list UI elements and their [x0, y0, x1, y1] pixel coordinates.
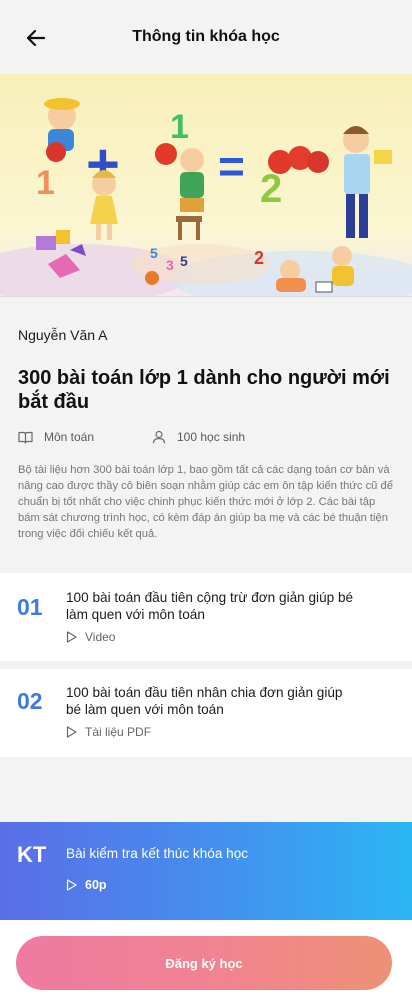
lesson-title: 100 bài toán đầu tiên nhân chia đơn giản… — [66, 685, 343, 717]
banner-number-one: 1 — [36, 164, 55, 202]
lesson-type-label: Video — [85, 630, 116, 644]
play-icon — [66, 726, 77, 738]
lesson-item[interactable]: 02 100 bài toán đầu tiên nhân chia đơn g… — [0, 669, 412, 757]
lesson-type: Video — [66, 630, 115, 644]
banner-equals: = — [218, 140, 245, 192]
page-title: Thông tin khóa học — [132, 28, 280, 45]
lesson-item[interactable]: 01 100 bài toán đầu tiên cộng trừ đơn gi… — [0, 573, 412, 661]
book-icon — [18, 431, 33, 444]
exam-code: KT — [17, 842, 47, 867]
course-author: Nguyễn Văn A — [18, 327, 108, 343]
svg-text:3: 3 — [166, 257, 174, 273]
lesson-type: Tài liệu PDF — [66, 725, 151, 739]
bottom-action-bar: Đăng ký học — [0, 920, 412, 1007]
lesson-number: 01 — [17, 594, 43, 620]
lesson-type-label: Tài liệu PDF — [85, 725, 152, 739]
svg-text:5: 5 — [150, 245, 158, 261]
exam-duration: 60p — [66, 878, 107, 892]
svg-text:2: 2 — [254, 248, 264, 268]
play-icon — [66, 631, 77, 643]
app-header: Thông tin khóa học — [0, 0, 412, 74]
subject-label: Môn toán — [44, 430, 95, 444]
lesson-number: 02 — [17, 688, 43, 714]
banner-divider — [0, 296, 412, 297]
svg-text:5: 5 — [180, 253, 188, 269]
banner-number-one-b: 1 — [170, 108, 189, 146]
course-title: 300 bài toán lớp 1 dành cho người mới bắ… — [18, 367, 390, 413]
lesson-title: 100 bài toán đầu tiên cộng trừ đơn giản … — [66, 590, 354, 622]
register-button[interactable]: Đăng ký học — [16, 936, 392, 990]
exam-title: Bài kiểm tra kết thúc khóa học — [66, 846, 249, 861]
exam-duration-label: 60p — [85, 878, 107, 892]
user-icon — [152, 430, 166, 444]
play-icon — [66, 879, 77, 891]
students-label: 100 học sinh — [177, 430, 246, 444]
course-subject: Môn toán — [18, 430, 94, 444]
course-banner-image: 1 1 + = 2 5 3 5 2 — [0, 74, 412, 296]
course-description: Bộ tài liệu hơn 300 bài toán lớp 1, bao … — [18, 464, 393, 540]
course-students: 100 học sinh — [152, 430, 245, 444]
final-exam-item[interactable]: KT Bài kiểm tra kết thúc khóa học 60p — [0, 822, 412, 920]
